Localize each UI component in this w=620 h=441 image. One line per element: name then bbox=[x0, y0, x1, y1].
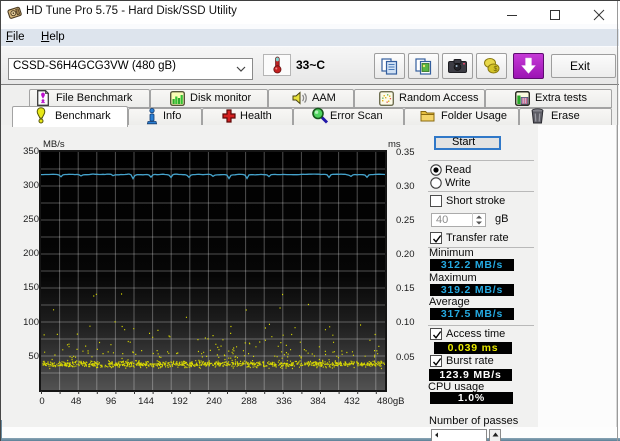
svg-text:$: $ bbox=[494, 66, 498, 73]
